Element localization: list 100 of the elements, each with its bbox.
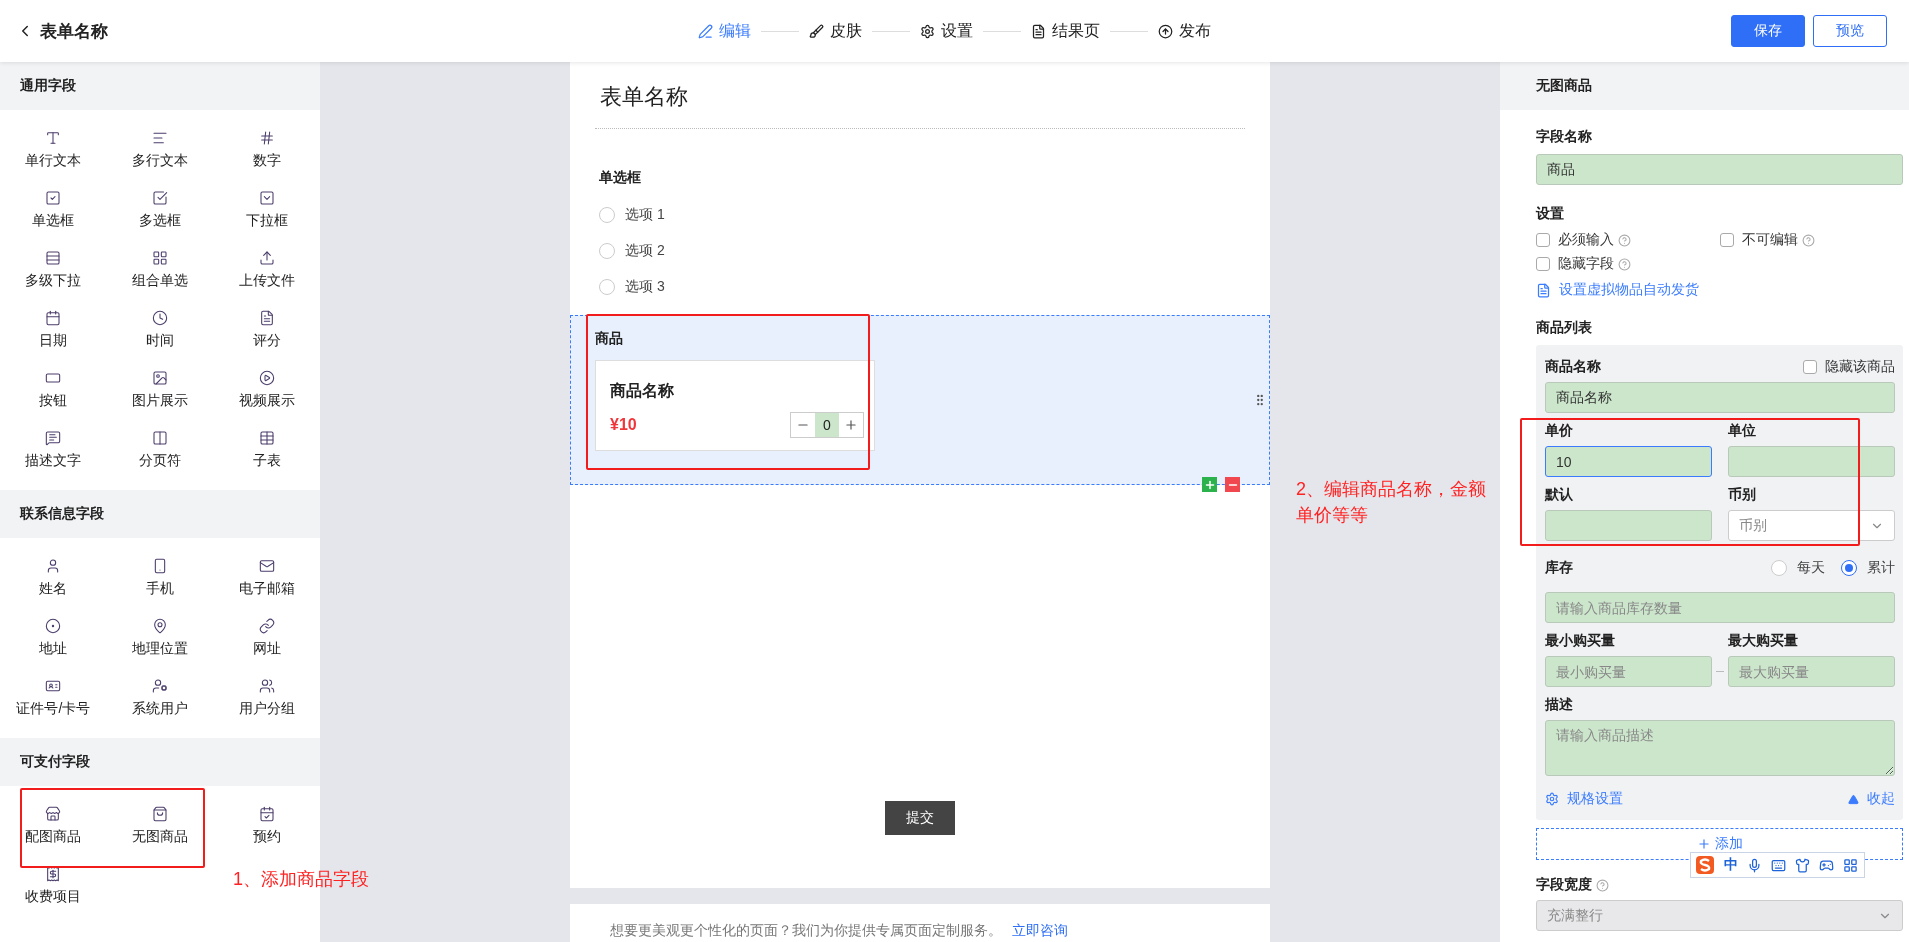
- ime-logo-icon: [1695, 855, 1715, 875]
- step-tab[interactable]: 皮肤: [809, 20, 862, 42]
- radio-button[interactable]: [1841, 560, 1857, 576]
- radio-button[interactable]: [599, 207, 615, 223]
- field-type-item[interactable]: 配图商品: [0, 796, 107, 856]
- field-type-item[interactable]: 单选框: [0, 180, 107, 240]
- field-type-item[interactable]: 描述文字: [0, 420, 107, 480]
- back-link[interactable]: 表单名称: [16, 19, 108, 43]
- field-type-item[interactable]: 多选框: [106, 180, 214, 240]
- unit-price-input[interactable]: 10: [1545, 446, 1712, 477]
- collapse-link[interactable]: 收起: [1848, 790, 1895, 808]
- step-tab[interactable]: 设置: [920, 20, 973, 42]
- checkbox[interactable]: [1803, 360, 1817, 374]
- field-type-item[interactable]: 用户分组: [213, 668, 320, 728]
- checkbox[interactable]: [1536, 257, 1550, 271]
- mail-icon: [258, 558, 275, 574]
- field-type-item[interactable]: 下拉框: [213, 180, 320, 240]
- help-icon: [1618, 233, 1631, 247]
- field-label: 字段宽度: [1536, 876, 1592, 894]
- radio-button[interactable]: [599, 279, 615, 295]
- field-type-item[interactable]: 收费项目: [0, 856, 107, 916]
- consult-link[interactable]: 立即咨询: [1012, 922, 1068, 940]
- help-icon: [1801, 233, 1815, 247]
- field-type-item[interactable]: 上传文件: [213, 240, 320, 300]
- field-type-item[interactable]: 图片展示: [106, 360, 214, 420]
- step-tab[interactable]: 发布: [1158, 20, 1211, 42]
- field-type-item[interactable]: 手机: [106, 548, 214, 608]
- product-field[interactable]: 商品 商品名称 ¥10 0: [570, 315, 1270, 485]
- mic-icon[interactable]: [1747, 857, 1762, 873]
- field-type-item[interactable]: 无图商品: [106, 796, 214, 856]
- preview-button[interactable]: 预览: [1813, 15, 1887, 47]
- stock-input[interactable]: 请输入商品库存数量: [1545, 592, 1895, 623]
- columns-icon: [152, 430, 168, 446]
- field-type-item[interactable]: 地理位置: [106, 608, 214, 668]
- field-type-item[interactable]: 分页符: [106, 420, 214, 480]
- min-quantity-input[interactable]: 最小购买量: [1545, 656, 1712, 687]
- product-name-input[interactable]: 商品名称: [1545, 382, 1895, 413]
- radio-button[interactable]: [1771, 560, 1787, 576]
- radio-button[interactable]: [599, 243, 615, 259]
- field-type-item[interactable]: 评分: [213, 300, 320, 360]
- field-type-item[interactable]: 日期: [0, 300, 107, 360]
- text-icon: [45, 130, 62, 146]
- default-input[interactable]: [1545, 510, 1712, 541]
- checkbox-label[interactable]: 隐藏字段: [1536, 255, 1614, 273]
- field-type-item[interactable]: 组合单选: [106, 240, 214, 300]
- plus-icon: [1696, 837, 1711, 851]
- checkbox-label[interactable]: 不可编辑: [1719, 231, 1798, 249]
- stock-mode-option[interactable]: 累计: [1841, 550, 1895, 586]
- field-type-item[interactable]: 时间: [106, 300, 214, 360]
- checkbox[interactable]: [1719, 233, 1734, 247]
- stock-mode-option[interactable]: 每天: [1771, 550, 1825, 586]
- description-input[interactable]: 请输入商品描述: [1545, 720, 1895, 776]
- field-label: 设置: [1536, 205, 1565, 223]
- field-type-item[interactable]: 多级下拉: [0, 240, 107, 300]
- bag-icon: [152, 806, 168, 822]
- currency-select[interactable]: 币别: [1728, 510, 1895, 541]
- unit-input[interactable]: [1728, 446, 1895, 477]
- phone-icon: [152, 558, 168, 574]
- field-type-item[interactable]: 系统用户: [106, 668, 214, 728]
- remove-field-button[interactable]: [1225, 477, 1240, 492]
- field-type-item[interactable]: 电子邮箱: [213, 548, 320, 608]
- step-tab[interactable]: 结果页: [1031, 20, 1100, 42]
- field-type-item[interactable]: 视频展示: [213, 360, 320, 420]
- field-type-item[interactable]: 姓名: [0, 548, 107, 608]
- checkbox-label[interactable]: 必须输入: [1536, 231, 1614, 249]
- keyboard-icon[interactable]: [1771, 857, 1786, 873]
- checkbox-label[interactable]: 隐藏该商品: [1803, 358, 1895, 376]
- field-type-item[interactable]: 按钮: [0, 360, 107, 420]
- field-type-item[interactable]: 多行文本: [106, 120, 214, 180]
- field-type-item[interactable]: 网址: [213, 608, 320, 668]
- step-tab[interactable]: 编辑: [698, 20, 751, 42]
- checkbox-icon: [152, 190, 168, 206]
- map-pin-icon: [152, 618, 168, 634]
- radio-option[interactable]: 选项 2: [599, 233, 665, 269]
- gamepad-icon[interactable]: [1819, 857, 1834, 873]
- message-icon: [45, 430, 62, 446]
- field-type-item[interactable]: 数字: [213, 120, 320, 180]
- clock-icon: [152, 310, 168, 326]
- shirt-icon[interactable]: [1795, 857, 1810, 873]
- max-quantity-input[interactable]: 最大购买量: [1728, 656, 1895, 687]
- upload-icon: [258, 250, 275, 266]
- field-type-item[interactable]: 预约: [213, 796, 320, 856]
- auto-delivery-link[interactable]: 设置虚拟物品自动发货: [1536, 281, 1903, 299]
- save-button[interactable]: 保存: [1731, 15, 1805, 47]
- field-type-item[interactable]: 子表: [213, 420, 320, 480]
- field-name-input[interactable]: 商品: [1536, 154, 1903, 185]
- spec-settings-link[interactable]: 规格设置: [1545, 790, 1623, 808]
- checkbox-text: 隐藏该商品: [1825, 358, 1895, 376]
- grid-icon[interactable]: [1843, 857, 1858, 873]
- field-type-item[interactable]: 地址: [0, 608, 107, 668]
- radio-option[interactable]: 选项 3: [599, 269, 665, 305]
- field-label: 商品名称: [1545, 358, 1601, 376]
- field-type-item[interactable]: 证件号/卡号: [0, 668, 107, 728]
- radio-option[interactable]: 选项 1: [599, 197, 665, 233]
- table-icon: [258, 430, 275, 446]
- checkbox[interactable]: [1536, 233, 1550, 247]
- settings-icon: [1545, 792, 1559, 806]
- submit-button[interactable]: 提交: [885, 801, 955, 835]
- add-field-button[interactable]: [1202, 477, 1217, 492]
- field-type-item[interactable]: 单行文本: [0, 120, 107, 180]
